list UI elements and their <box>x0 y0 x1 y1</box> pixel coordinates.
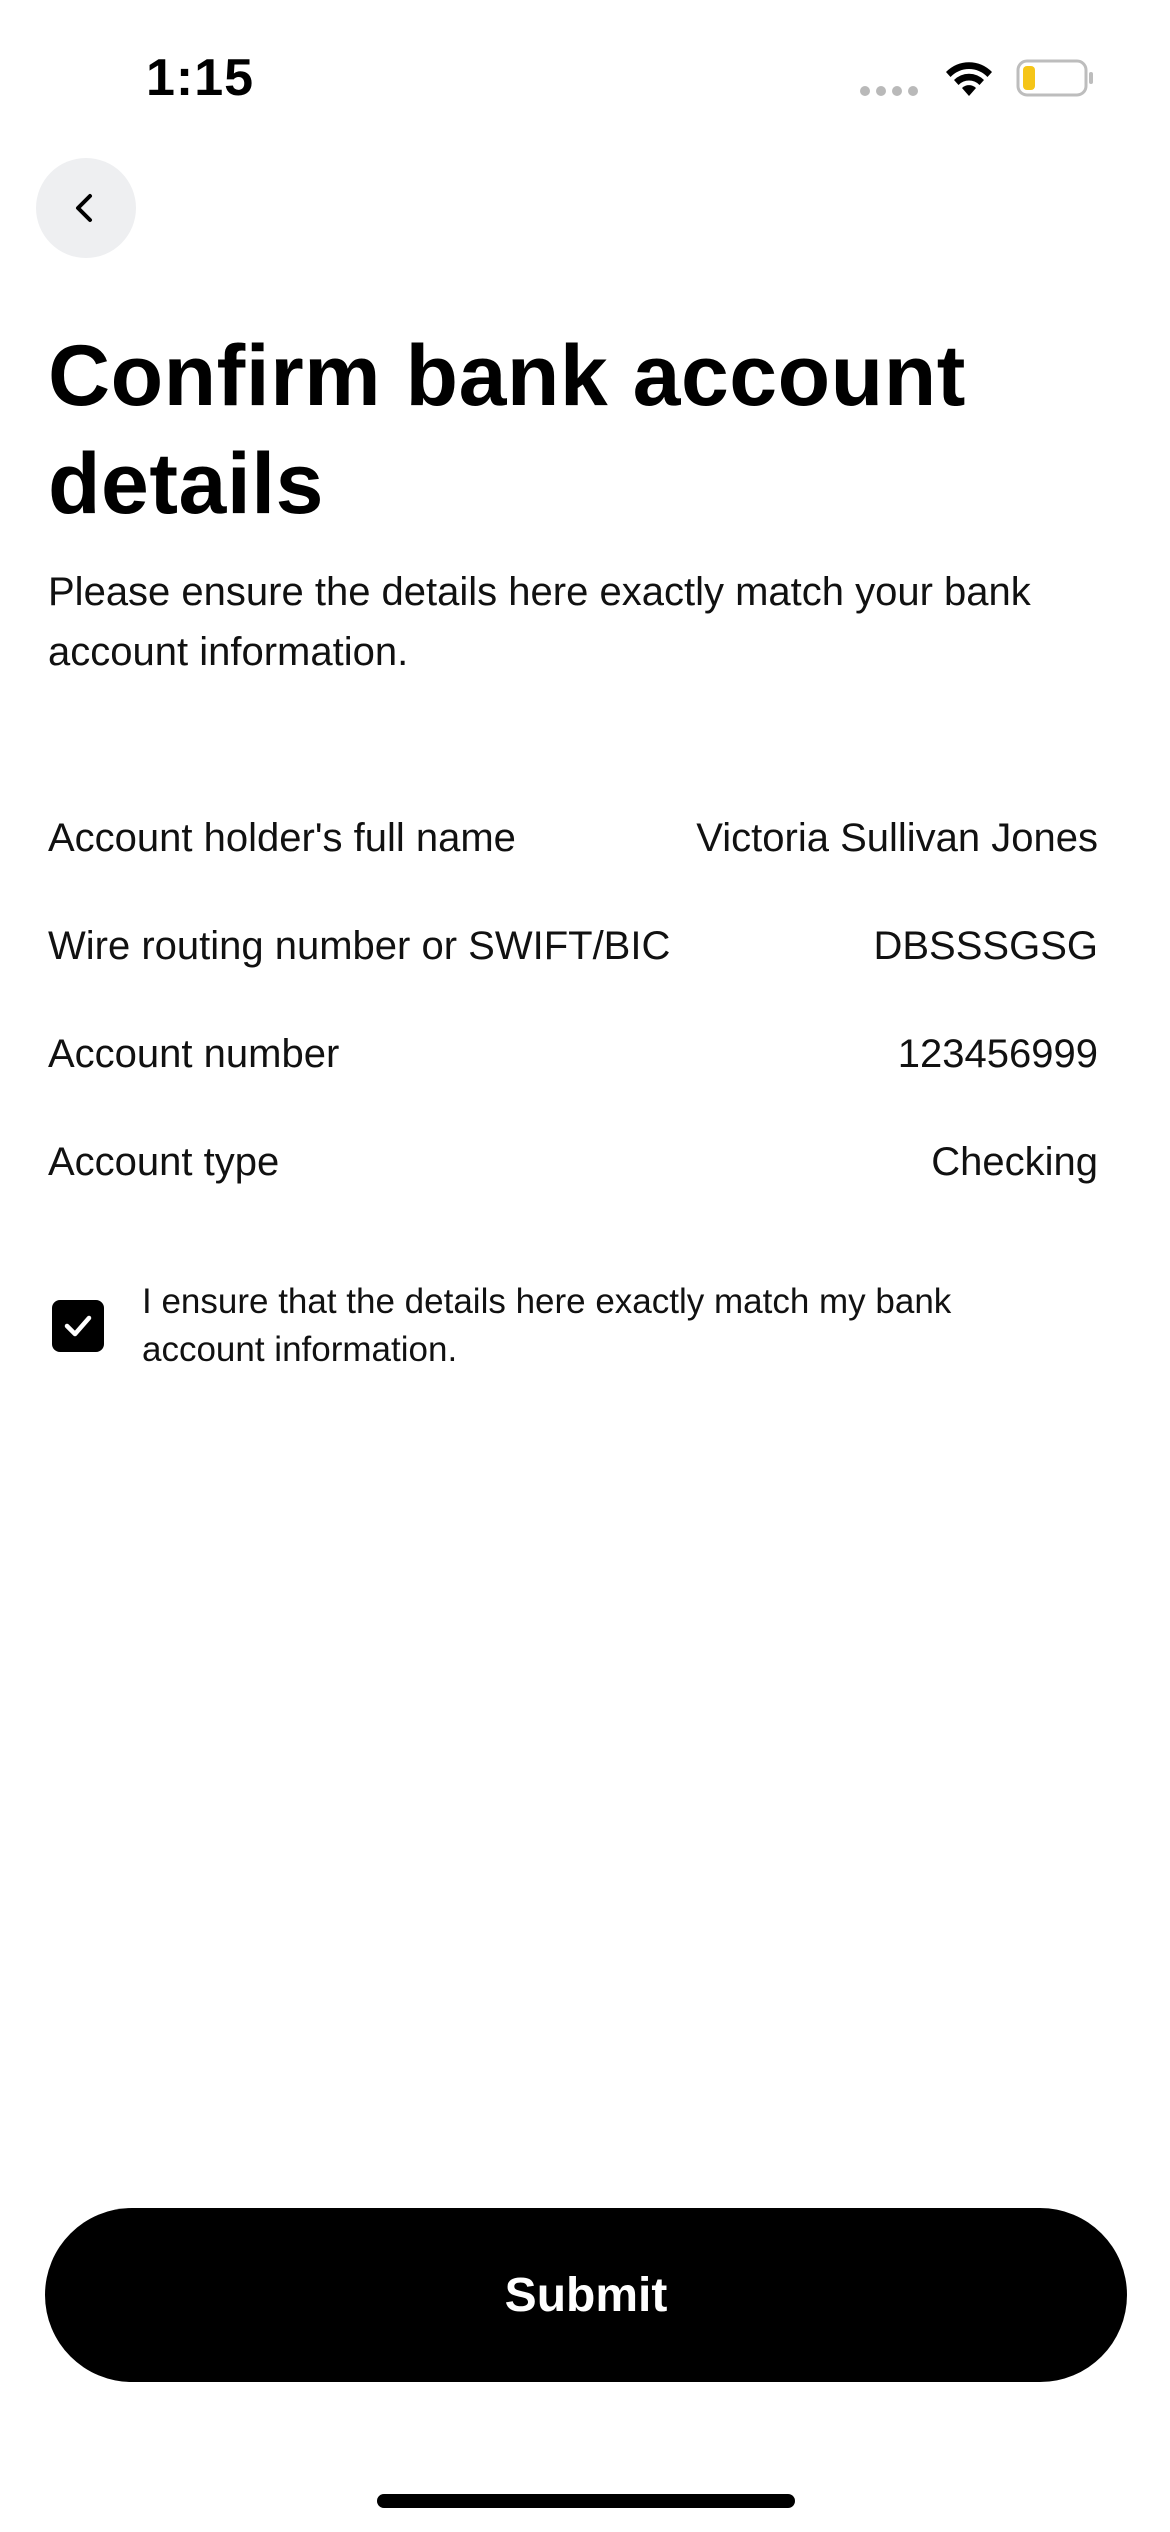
cellular-signal-icon <box>860 86 918 96</box>
detail-row-routing-number: Wire routing number or SWIFT/BIC DBSSSGS… <box>48 892 1098 1000</box>
detail-value: 123456999 <box>897 1031 1098 1076</box>
status-bar: 1:15 <box>0 0 1170 150</box>
home-indicator <box>377 2494 795 2508</box>
confirmation-row: I ensure that the details here exactly m… <box>52 1278 1112 1374</box>
confirm-checkbox-label[interactable]: I ensure that the details here exactly m… <box>142 1278 1082 1374</box>
detail-row-account-type: Account type Checking <box>48 1108 1098 1216</box>
detail-label: Account type <box>48 1139 280 1184</box>
submit-button[interactable]: Submit <box>45 2208 1127 2382</box>
page-subtitle: Please ensure the details here exactly m… <box>48 570 1031 674</box>
battery-icon <box>1016 59 1093 97</box>
detail-value: Checking <box>931 1139 1098 1184</box>
detail-value: Victoria Sullivan Jones <box>696 815 1098 860</box>
bank-details-list: Account holder's full name Victoria Sull… <box>48 784 1098 1216</box>
detail-row-account-number: Account number 123456999 <box>48 1000 1098 1108</box>
status-time: 1:15 <box>146 49 255 107</box>
detail-label: Account holder's full name <box>48 815 516 860</box>
wifi-icon <box>946 62 992 96</box>
detail-row-account-holder: Account holder's full name Victoria Sull… <box>48 784 1098 892</box>
detail-label: Wire routing number or SWIFT/BIC <box>48 923 671 968</box>
detail-label: Account number <box>48 1031 340 1076</box>
detail-value: DBSSSGSG <box>873 923 1098 968</box>
checkmark-icon <box>64 1315 92 1337</box>
back-button[interactable] <box>36 158 136 258</box>
confirm-checkbox[interactable] <box>52 1300 104 1352</box>
page-title: Confirm bank account details <box>48 328 966 532</box>
chevron-left-icon <box>76 194 92 222</box>
